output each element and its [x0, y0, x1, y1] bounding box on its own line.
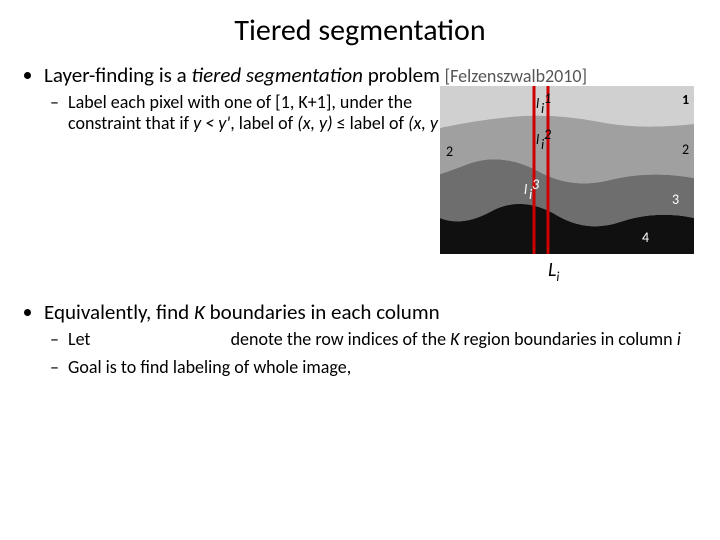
- s1-b: [1, K+1]: [275, 91, 331, 113]
- svg-text:3: 3: [532, 176, 539, 193]
- s2a-pre: Let: [68, 328, 95, 350]
- sub-1: Label each pixel with one of [1, K+1], u…: [68, 92, 458, 134]
- fig-r1: 1: [682, 91, 689, 108]
- fig-r3: 3: [672, 191, 679, 208]
- b2-c: boundaries in each column: [205, 299, 440, 325]
- svg-text:1: 1: [544, 90, 551, 107]
- b2-b: K: [194, 299, 205, 325]
- citation: [Felzenszwalb2010]: [445, 65, 587, 87]
- b2-a: Equivalently, find: [44, 299, 194, 325]
- s1-a: Label each pixel with one of: [68, 91, 275, 113]
- bullet-2: Equivalently, find K boundaries in each …: [44, 300, 698, 378]
- s2a-post: denote the row indices of the: [227, 328, 451, 350]
- cap-b: i: [556, 270, 559, 285]
- svg-text:l: l: [524, 181, 527, 198]
- s1-e: , label of: [230, 112, 297, 134]
- s2a-i: i: [677, 328, 681, 350]
- page-title: Tiered segmentation: [0, 0, 720, 49]
- svg-text:l: l: [536, 131, 539, 148]
- b1-b: tiered segmentation: [191, 62, 363, 88]
- fig-r4: 4: [642, 229, 649, 246]
- sub-2b: Goal is to find labeling of whole image,: [68, 357, 698, 379]
- b1-a: Layer-finding is a: [44, 62, 191, 88]
- s2a-tail: region boundaries in column: [459, 328, 676, 350]
- s2b-text: Goal is to find labeling of whole image,: [68, 356, 355, 378]
- second-content: Equivalently, find K boundaries in each …: [22, 300, 698, 384]
- sub-2a: Let denote the row indices of the K regi…: [68, 329, 698, 351]
- b1-c: problem: [363, 62, 445, 88]
- figure-caption: Li: [548, 258, 559, 285]
- s1-f: (x, y): [297, 112, 332, 134]
- svg-text:2: 2: [544, 126, 551, 143]
- s1-g: ≤ label of: [333, 112, 409, 134]
- tiered-figure: 2 1 2 3 4 l i 1 l i 2 l i 3: [440, 86, 694, 254]
- svg-text:l: l: [536, 95, 539, 112]
- s1-d: y < y': [193, 112, 230, 134]
- fig-left-2: 2: [446, 143, 453, 160]
- fig-r2: 2: [682, 141, 689, 158]
